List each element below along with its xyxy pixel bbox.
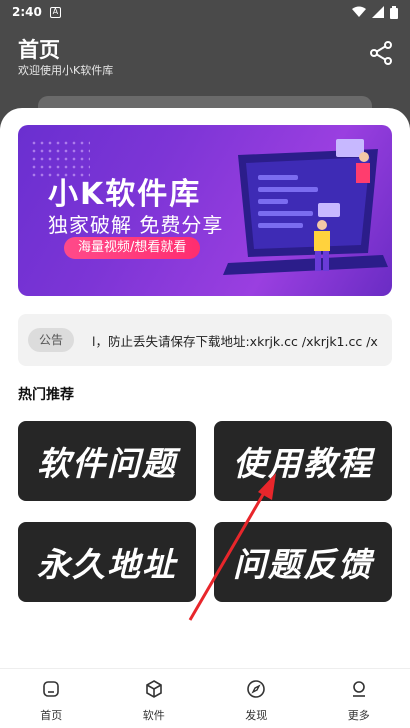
page-title: 首页 (18, 38, 60, 62)
tile-feedback[interactable]: 问题反馈 (214, 522, 392, 602)
home-icon (43, 681, 60, 697)
signal-icon (372, 6, 384, 18)
tile-permanent-address[interactable]: 永久地址 (18, 522, 196, 602)
box-icon (145, 680, 162, 698)
person-icon (352, 681, 365, 697)
tile-tutorial[interactable]: 使用教程 (214, 421, 392, 501)
nav-home[interactable]: 首页 (0, 669, 103, 728)
banner-tag: 海量视频/想看就看 (64, 237, 201, 259)
share-icon[interactable] (368, 40, 394, 66)
wifi-icon (352, 6, 366, 17)
nav-more[interactable]: 更多 (308, 669, 410, 728)
page-subtitle: 欢迎使用小K软件库 (18, 64, 114, 77)
notice-bar[interactable]: 公告 l，防止丢失请保存下载地址:xkrjk.cc /xkrjk1.cc /x (18, 314, 392, 366)
status-bar: 2:40 A (0, 0, 410, 24)
notice-text: l，防止丢失请保存下载地址:xkrjk.cc /xkrjk1.cc /x (92, 334, 378, 349)
bottom-nav: 首页 软件 发现 更多 (0, 668, 410, 728)
nav-more-label: 更多 (347, 709, 370, 722)
nav-home-label: 首页 (40, 709, 63, 722)
compass-icon (247, 680, 266, 698)
laptop-illustration (223, 139, 388, 275)
tile-software-issues[interactable]: 软件问题 (18, 421, 196, 501)
status-time: 2:40 (12, 5, 42, 19)
promo-banner[interactable]: 小K软件库 独家破解 免费分享 海量视频/想看就看 (18, 125, 392, 296)
battery-icon (390, 5, 398, 19)
notice-label: 公告 (28, 328, 75, 352)
nav-software[interactable]: 软件 (103, 669, 206, 728)
section-title: 热门推荐 (18, 387, 74, 403)
main-card: 小K软件库 独家破解 免费分享 海量视频/想看就看 公告 l，防止丢失请保存下载… (0, 108, 410, 668)
notification-icon: A (49, 6, 61, 18)
banner-slogan: 独家破解 免费分享 (48, 213, 224, 237)
nav-discover[interactable]: 发现 (205, 669, 308, 728)
nav-software-label: 软件 (142, 709, 165, 722)
banner-title: 小K软件库 (48, 177, 202, 212)
nav-discover-label: 发现 (245, 709, 268, 722)
